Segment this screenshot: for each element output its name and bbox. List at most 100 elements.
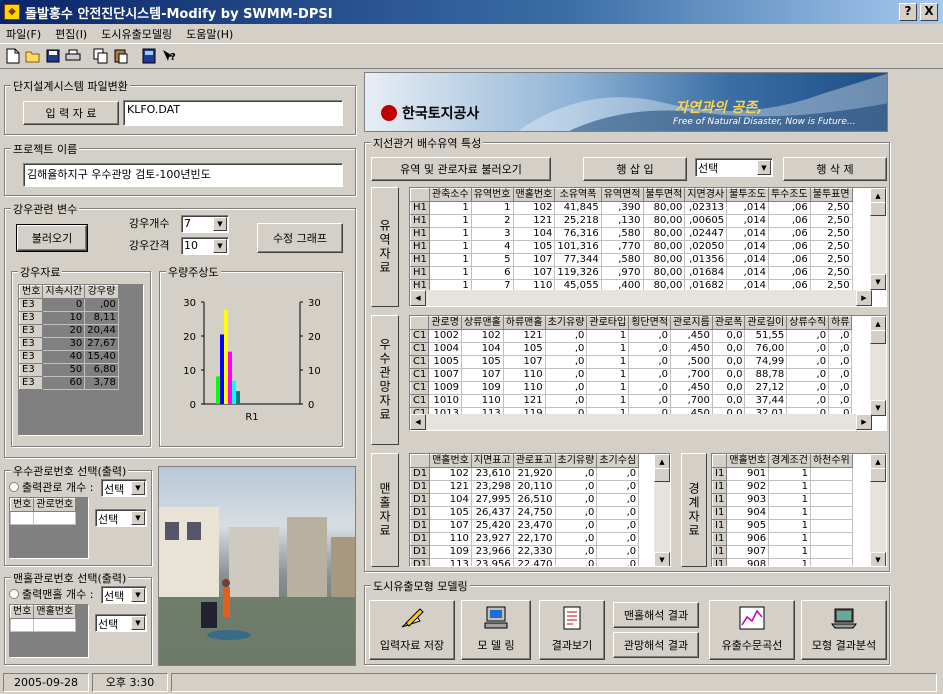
print-icon[interactable] [64, 47, 82, 65]
table-row[interactable]: H1 1 1 102 41,845,390 80,00,02313,014,06 2,50 [410, 201, 853, 215]
table-cell[interactable]: ,0 [786, 342, 830, 356]
table-cell[interactable]: 1 [586, 355, 630, 369]
row-select-combo[interactable]: 선택 ▼ [695, 158, 773, 177]
input-data-button[interactable]: 입 력 자 료 [23, 101, 119, 125]
modeling-button[interactable]: 모 델 링 [461, 600, 531, 660]
table-cell[interactable]: ,0 [596, 506, 640, 520]
col-header[interactable]: 관로지름 [670, 316, 713, 330]
table-cell[interactable]: ,130 [600, 214, 644, 228]
table-row[interactable]: C1 1005 105 107,0 1,0,500 0,0 74,99,0,0 [410, 355, 853, 369]
table-cell[interactable]: 37,44 [744, 394, 788, 408]
table-cell[interactable]: ,0 [554, 519, 598, 533]
chevron-down-icon[interactable]: ▼ [213, 239, 227, 253]
table-cell[interactable]: 1005 [428, 355, 462, 369]
table-cell[interactable]: ,06 [767, 201, 811, 215]
table-cell[interactable]: 1 [768, 467, 811, 481]
table-cell[interactable]: 105 [429, 506, 472, 520]
col-header[interactable]: 관로명 [428, 316, 462, 330]
menu-file[interactable]: 파일(F) [6, 26, 41, 42]
table-cell[interactable]: ,450 [670, 329, 713, 343]
table-cell[interactable]: 2 [470, 214, 514, 228]
table-cell[interactable]: ,700 [670, 394, 713, 408]
scroll-thumb[interactable] [870, 468, 886, 482]
edit-graph-button[interactable]: 수정 그래프 [257, 223, 343, 253]
load-basin-pipe-button[interactable]: 유역 및 관로자료 불러오기 [371, 157, 551, 181]
calculator-icon[interactable] [140, 47, 158, 65]
table-cell[interactable]: 27,67 [84, 337, 119, 351]
table-cell[interactable]: 113 [429, 558, 472, 566]
close-button[interactable]: X [920, 3, 938, 21]
manhole-vscroll[interactable]: ▲ ▼ [654, 454, 670, 566]
tab-boundary-data[interactable]: 경계자료 [681, 453, 707, 567]
table-row[interactable]: C1 1007 107 110,0 1,0,700 0,0 88,78,0,0 [410, 368, 853, 382]
table-cell[interactable]: ,0 [786, 355, 830, 369]
table-cell[interactable]: 107 [512, 266, 556, 280]
pipe-hscroll[interactable]: ◀ ▶ [410, 414, 872, 430]
table-cell[interactable]: I1 [712, 480, 728, 494]
table-row[interactable]: E3 40 15,40 [19, 350, 119, 364]
table-cell[interactable]: H1 [410, 214, 430, 228]
table-cell[interactable]: ,06 [767, 253, 811, 267]
table-cell[interactable]: ,0 [828, 381, 853, 395]
scroll-down-icon[interactable]: ▼ [870, 274, 886, 290]
chevron-down-icon[interactable]: ▼ [131, 481, 145, 495]
table-row[interactable]: E3 30 27,67 [19, 337, 119, 351]
col-header[interactable]: 투수조도 [767, 188, 811, 202]
new-file-icon[interactable] [4, 47, 22, 65]
table-cell[interactable]: 1 [768, 532, 811, 546]
table-cell[interactable]: I1 [712, 493, 728, 507]
table-cell[interactable] [809, 558, 853, 566]
table-cell[interactable]: I1 [712, 558, 728, 566]
table-cell[interactable]: 109 [429, 545, 472, 559]
table-cell[interactable]: 1 [768, 545, 811, 559]
table-cell[interactable]: D1 [410, 519, 431, 533]
hydrograph-button[interactable]: 유출수문곡선 [709, 600, 795, 660]
table-cell[interactable]: ,0 [596, 480, 640, 494]
table-cell[interactable]: 1 [428, 240, 472, 254]
table-cell[interactable]: ,0 [786, 368, 830, 382]
table-cell[interactable]: 23,927 [470, 532, 514, 546]
table-cell[interactable]: ,02313 [684, 201, 728, 215]
table-cell[interactable]: 0,0 [711, 342, 746, 356]
sewer-count-combo[interactable]: 선택 ▼ [101, 479, 147, 497]
table-row[interactable]: D1 113 23,956 22,470,0,0 [410, 558, 640, 566]
col-header[interactable]: 하류맨홀 [502, 316, 546, 330]
table-row[interactable]: D1 104 27,995 26,510,0,0 [410, 493, 640, 507]
table-cell[interactable]: 6,80 [84, 363, 119, 377]
radio-icon[interactable] [9, 589, 19, 599]
tab-basin-data[interactable]: 유역자료 [371, 187, 399, 307]
table-cell[interactable]: C1 [410, 381, 430, 395]
col-header[interactable]: 소유역폭 [554, 188, 602, 202]
table-cell[interactable]: 80,00 [642, 253, 686, 267]
table-cell[interactable]: 76,316 [554, 227, 602, 241]
table-cell[interactable]: 1009 [428, 381, 462, 395]
table-cell[interactable]: 76,00 [744, 342, 788, 356]
table-cell[interactable]: 907 [726, 545, 770, 559]
table-cell[interactable]: 101,316 [554, 240, 602, 254]
table-cell[interactable]: E3 [19, 376, 44, 390]
boundary-grid[interactable]: 맨홀번호 경계조건 하천수위 I1 901 1 I1 902 1 I1 903 1 I1 904 1 I1 90… [711, 453, 887, 567]
table-cell[interactable]: 10 [42, 311, 86, 325]
table-cell[interactable]: E3 [19, 298, 44, 312]
table-cell[interactable]: ,580 [600, 227, 644, 241]
table-cell[interactable]: ,01684 [684, 266, 728, 280]
table-row[interactable]: H1 1 4 105 101,316,770 80,00,02050,014,06 2,50 [410, 240, 853, 254]
table-cell[interactable]: 104 [512, 227, 556, 241]
table-row[interactable]: H1 1 3 104 76,316,580 80,00,02447,014,06 2,50 [410, 227, 853, 241]
table-cell[interactable]: ,06 [767, 266, 811, 280]
table-row[interactable]: D1 110 23,927 22,170,0,0 [410, 532, 640, 546]
table-cell[interactable]: ,0 [554, 558, 598, 566]
table-cell[interactable]: ,00 [84, 298, 119, 312]
table-cell[interactable]: ,0 [828, 329, 853, 343]
table-cell[interactable]: 77,344 [554, 253, 602, 267]
table-cell[interactable]: ,0 [554, 493, 598, 507]
table-cell[interactable]: 1 [586, 342, 630, 356]
table-row[interactable]: I1 903 1 [712, 493, 853, 507]
table-cell[interactable]: 0,0 [711, 394, 746, 408]
table-cell[interactable]: 102 [429, 467, 472, 481]
table-cell[interactable]: 906 [726, 532, 770, 546]
table-cell[interactable]: ,0 [786, 394, 830, 408]
scroll-down-icon[interactable]: ▼ [870, 552, 886, 566]
table-cell[interactable]: ,02050 [684, 240, 728, 254]
table-cell[interactable]: ,014 [726, 240, 769, 254]
